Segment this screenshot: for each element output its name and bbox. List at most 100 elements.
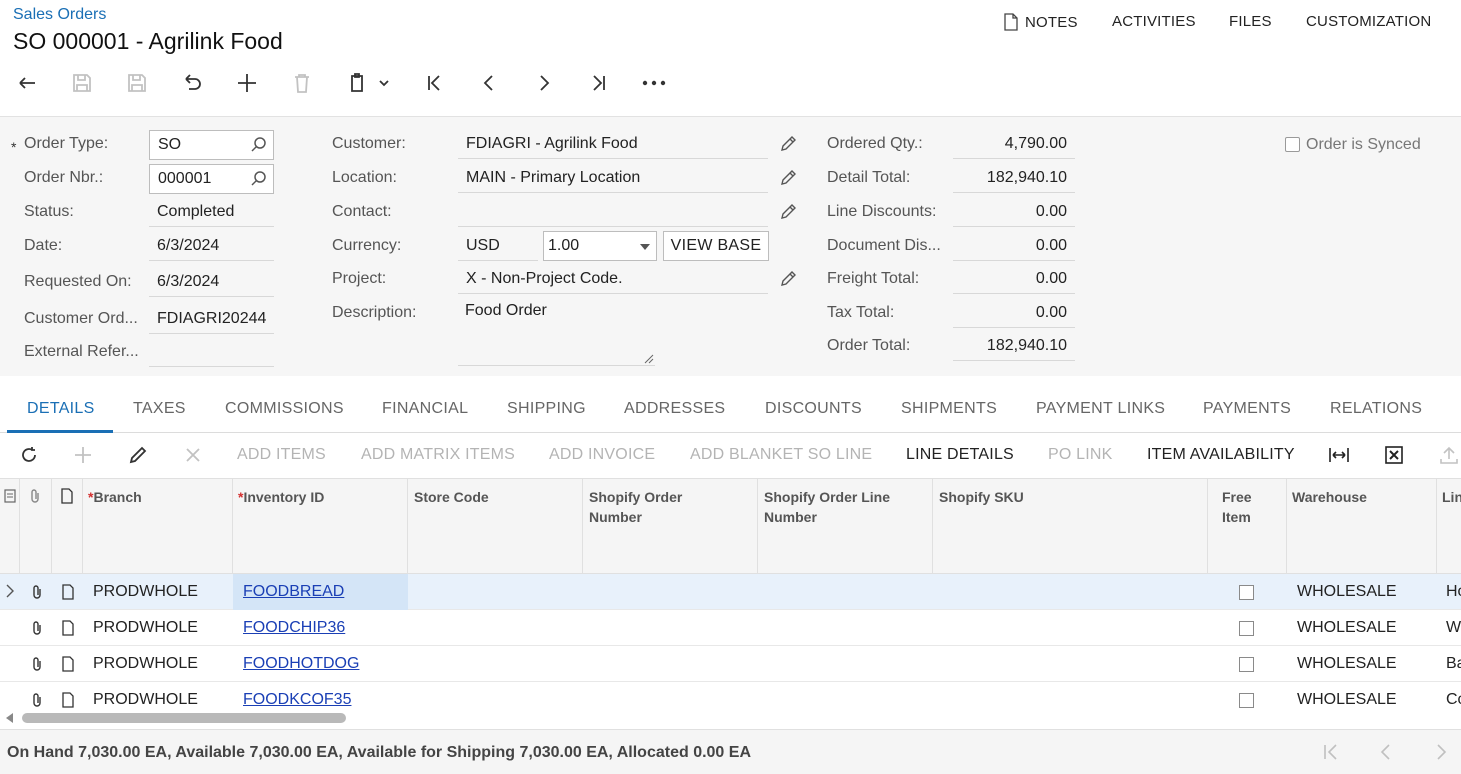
description-textarea[interactable]: Food Order (458, 298, 655, 366)
previous-page-icon[interactable] (1377, 743, 1395, 761)
save-close-icon[interactable] (69, 70, 95, 96)
excel-export-icon[interactable] (1383, 444, 1405, 466)
pencil-icon[interactable] (779, 169, 797, 187)
notes-link[interactable]: NOTES (1003, 13, 1078, 31)
requested-on-field[interactable]: 6/3/2024 (149, 267, 274, 297)
order-type-field[interactable]: SO (149, 130, 274, 160)
add-blanket-so-line-button[interactable]: ADD BLANKET SO LINE (690, 446, 872, 464)
external-ref-field[interactable] (149, 337, 274, 367)
files-link[interactable]: FILES (1229, 13, 1272, 30)
breadcrumb[interactable]: Sales Orders (13, 6, 106, 24)
pencil-icon[interactable] (779, 203, 797, 221)
resize-handle-icon[interactable] (644, 354, 654, 364)
table-row[interactable]: PRODWHOLE FOODBREAD WHOLESALE Ho (0, 574, 1461, 610)
table-row[interactable]: PRODWHOLE FOODHOTDOG WHOLESALE Ba (0, 646, 1461, 682)
scroll-left-icon[interactable] (6, 713, 14, 723)
currency-field[interactable]: USD (458, 231, 538, 261)
attachment-icon[interactable] (30, 620, 44, 636)
activities-link[interactable]: ACTIVITIES (1112, 13, 1196, 30)
tab-financial[interactable]: FINANCIAL (382, 400, 468, 418)
add-invoice-button[interactable]: ADD INVOICE (549, 446, 655, 464)
add-row-icon[interactable] (72, 444, 94, 466)
tab-taxes[interactable]: TAXES (133, 400, 186, 418)
search-icon[interactable] (250, 136, 268, 154)
add-icon[interactable] (234, 70, 260, 96)
add-items-button[interactable]: ADD ITEMS (237, 446, 326, 464)
tab-shipments[interactable]: SHIPMENTS (901, 400, 997, 418)
column-shopify-order-number[interactable]: Shopify Order Number (589, 487, 682, 527)
pencil-icon[interactable] (779, 135, 797, 153)
pencil-icon[interactable] (779, 270, 797, 288)
last-record-icon[interactable] (586, 70, 612, 96)
delete-icon[interactable] (289, 70, 315, 96)
note-icon[interactable] (61, 620, 75, 636)
save-icon[interactable] (124, 70, 150, 96)
note-icon[interactable] (61, 692, 75, 708)
column-line[interactable]: Lin (1442, 487, 1461, 507)
cell-inventory-link[interactable]: FOODCHIP36 (243, 619, 345, 636)
fit-columns-icon[interactable] (1328, 444, 1350, 466)
date-field[interactable]: 6/3/2024 (149, 231, 274, 261)
undo-icon[interactable] (179, 70, 205, 96)
project-field[interactable]: X - Non-Project Code. (458, 264, 768, 294)
column-shopify-sku[interactable]: Shopify SKU (939, 487, 1024, 507)
customization-link[interactable]: CUSTOMIZATION (1306, 13, 1431, 30)
first-page-icon[interactable] (1322, 743, 1340, 761)
free-item-checkbox[interactable] (1239, 585, 1254, 600)
attachment-icon[interactable] (30, 584, 44, 600)
delete-row-icon[interactable] (182, 444, 204, 466)
search-icon[interactable] (250, 170, 268, 188)
add-matrix-items-button[interactable]: ADD MATRIX ITEMS (361, 446, 515, 464)
location-field[interactable]: MAIN - Primary Location (458, 163, 768, 193)
clipboard-icon[interactable] (344, 70, 370, 96)
tab-shipping[interactable]: SHIPPING (507, 400, 586, 418)
column-free-item[interactable]: Free Item (1222, 487, 1252, 527)
cell-inventory-link[interactable]: FOODHOTDOG (243, 655, 359, 672)
tab-addresses[interactable]: ADDRESSES (624, 400, 725, 418)
contact-field[interactable] (458, 197, 768, 227)
po-link-button[interactable]: PO LINK (1048, 446, 1113, 464)
customer-order-field[interactable]: FDIAGRI20244 (149, 304, 274, 334)
free-item-checkbox[interactable] (1239, 693, 1254, 708)
edit-icon[interactable] (127, 444, 149, 466)
tab-payments[interactable]: PAYMENTS (1203, 400, 1291, 418)
tab-details[interactable]: DETAILS (27, 400, 95, 418)
attachment-icon[interactable] (30, 692, 44, 708)
next-record-icon[interactable] (531, 70, 557, 96)
refresh-icon[interactable] (18, 444, 40, 466)
scrollbar-thumb[interactable] (22, 713, 346, 723)
order-synced-checkbox[interactable] (1285, 137, 1300, 152)
upload-icon[interactable] (1438, 444, 1460, 466)
free-item-checkbox[interactable] (1239, 621, 1254, 636)
note-icon[interactable] (61, 584, 75, 600)
column-warehouse[interactable]: Warehouse (1292, 487, 1367, 507)
order-nbr-field[interactable]: 000001 (149, 164, 274, 194)
first-record-icon[interactable] (421, 70, 447, 96)
column-inventory-id[interactable]: *Inventory ID (238, 487, 324, 507)
view-base-button[interactable]: VIEW BASE (663, 231, 769, 261)
tab-discounts[interactable]: DISCOUNTS (765, 400, 862, 418)
tab-commissions[interactable]: COMMISSIONS (225, 400, 344, 418)
column-shopify-order-line-number[interactable]: Shopify Order Line Number (764, 487, 890, 527)
more-icon[interactable] (641, 70, 667, 96)
cell-inventory-link[interactable]: FOODBREAD (243, 583, 344, 600)
column-store-code[interactable]: Store Code (414, 487, 489, 507)
table-row[interactable]: PRODWHOLE FOODCHIP36 WHOLESALE W (0, 610, 1461, 646)
line-details-button[interactable]: LINE DETAILS (906, 446, 1014, 464)
tab-relations[interactable]: RELATIONS (1330, 400, 1422, 418)
row-settings-icon[interactable] (4, 489, 16, 503)
back-icon[interactable] (14, 70, 40, 96)
currency-rate-select[interactable]: 1.00 (543, 231, 657, 261)
previous-record-icon[interactable] (476, 70, 502, 96)
column-branch[interactable]: *Branch (88, 487, 142, 507)
chevron-down-icon[interactable] (374, 70, 394, 96)
customer-field[interactable]: FDIAGRI - Agrilink Food (458, 129, 768, 159)
next-page-icon[interactable] (1432, 743, 1450, 761)
cell-inventory-link[interactable]: FOODKCOF35 (243, 691, 351, 708)
tab-payment-links[interactable]: PAYMENT LINKS (1036, 400, 1165, 418)
attachment-icon[interactable] (30, 656, 44, 672)
free-item-checkbox[interactable] (1239, 657, 1254, 672)
table-row[interactable]: PRODWHOLE FOODKCOF35 WHOLESALE Co (0, 682, 1461, 710)
item-availability-button[interactable]: ITEM AVAILABILITY (1147, 446, 1295, 464)
note-icon[interactable] (61, 656, 75, 672)
